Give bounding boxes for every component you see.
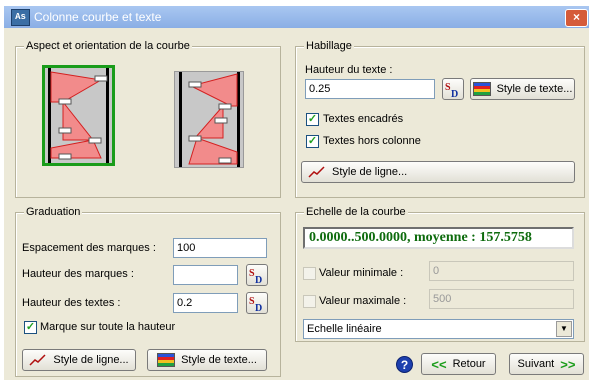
hauteur-textes-input[interactable]: 0.2 [173, 293, 238, 313]
style-texte-button[interactable]: Style de texte... [470, 78, 575, 100]
style-texte-label: Style de texte... [496, 83, 573, 95]
hauteur-marques-input[interactable] [173, 265, 238, 285]
curve-right-icon [175, 72, 243, 167]
help-button[interactable]: ? [396, 356, 413, 373]
echelle-group-title: Echelle de la courbe [304, 206, 408, 218]
hauteur-texte-input[interactable]: 0.25 [305, 79, 435, 99]
marque-checkbox[interactable]: ✓ [24, 321, 37, 334]
valeur-min-input[interactable]: 0 [429, 261, 574, 281]
aspect-group: Aspect et orientation de la courbe [15, 40, 281, 198]
curve-option-left[interactable] [42, 65, 115, 166]
style-ligne-button[interactable]: Style de ligne... [301, 161, 575, 183]
text-style-icon [157, 353, 176, 367]
curve-left-icon [45, 68, 112, 163]
hauteur-textes-label: Hauteur des textes : [22, 297, 121, 309]
habillage-group-title: Habillage [304, 40, 354, 52]
echelle-select-value: Echelle linéaire [307, 323, 382, 335]
retour-button[interactable]: << Retour [421, 353, 496, 375]
chevron-down-icon[interactable]: ▼ [556, 321, 572, 337]
title-bar[interactable]: As Colonne courbe et texte × [4, 6, 589, 28]
valeur-max-checkbox[interactable] [303, 295, 316, 308]
style-ligne-label: Style de ligne... [332, 166, 408, 178]
sd-icon: SD [249, 296, 262, 314]
grad-style-texte-label: Style de texte... [181, 354, 257, 366]
hors-colonne-label: Textes hors colonne [323, 135, 421, 147]
forward-arrow-icon: >> [560, 356, 576, 372]
grad-style-ligne-button[interactable]: Style de ligne... [22, 349, 136, 371]
valeur-max-input[interactable]: 500 [429, 289, 574, 309]
back-arrow-icon: << [431, 356, 447, 372]
graduation-group: Graduation Espacement des marques : 100 … [15, 206, 281, 377]
echelle-select[interactable]: Echelle linéaire ▼ [303, 319, 574, 339]
close-button[interactable]: × [565, 9, 588, 27]
encadres-checkbox[interactable]: ✓ [306, 113, 319, 126]
sd-button-marques[interactable]: SD [246, 264, 268, 286]
svg-text:D: D [255, 275, 262, 285]
echelle-group: Echelle de la courbe 0.0000..500.0000, m… [295, 206, 585, 342]
svg-text:D: D [451, 89, 458, 99]
habillage-group: Habillage Hauteur du texte : 0.25 SD Sty… [295, 40, 585, 198]
line-style-icon [308, 166, 325, 178]
sd-button-textes[interactable]: SD [246, 292, 268, 314]
suivant-label: Suivant [517, 358, 555, 370]
retour-label: Retour [452, 358, 486, 370]
sd-icon: SD [249, 268, 262, 286]
text-style-icon [472, 82, 491, 96]
hauteur-texte-label: Hauteur du texte : [305, 64, 393, 76]
help-icon: ? [400, 358, 409, 372]
marque-label: Marque sur toute la hauteur [40, 321, 176, 333]
graduation-group-title: Graduation [24, 206, 83, 218]
grad-style-ligne-label: Style de ligne... [53, 354, 129, 366]
espacement-input[interactable]: 100 [173, 238, 267, 258]
hors-colonne-checkbox[interactable]: ✓ [306, 135, 319, 148]
grad-style-texte-button[interactable]: Style de texte... [147, 349, 267, 371]
curve-option-right[interactable] [174, 71, 244, 168]
line-style-icon [29, 354, 46, 366]
valeur-min-checkbox[interactable] [303, 267, 316, 280]
dialog-window: As Colonne courbe et texte × Aspect et o… [4, 6, 589, 380]
svg-text:D: D [255, 303, 262, 313]
valeur-min-label: Valeur minimale : [319, 267, 404, 279]
hauteur-marques-label: Hauteur des marques : [22, 268, 134, 280]
espacement-label: Espacement des marques : [22, 242, 156, 254]
sd-button[interactable]: SD [442, 78, 464, 100]
aspect-group-title: Aspect et orientation de la courbe [24, 40, 192, 52]
app-icon: As [11, 9, 30, 26]
window-title: Colonne courbe et texte [34, 10, 162, 24]
suivant-button[interactable]: Suivant >> [509, 353, 584, 375]
sd-icon: SD [445, 82, 458, 100]
encadres-label: Textes encadrés [323, 113, 404, 125]
echelle-display: 0.0000..500.0000, moyenne : 157.5758 [303, 227, 574, 249]
valeur-max-label: Valeur maximale : [319, 295, 407, 307]
